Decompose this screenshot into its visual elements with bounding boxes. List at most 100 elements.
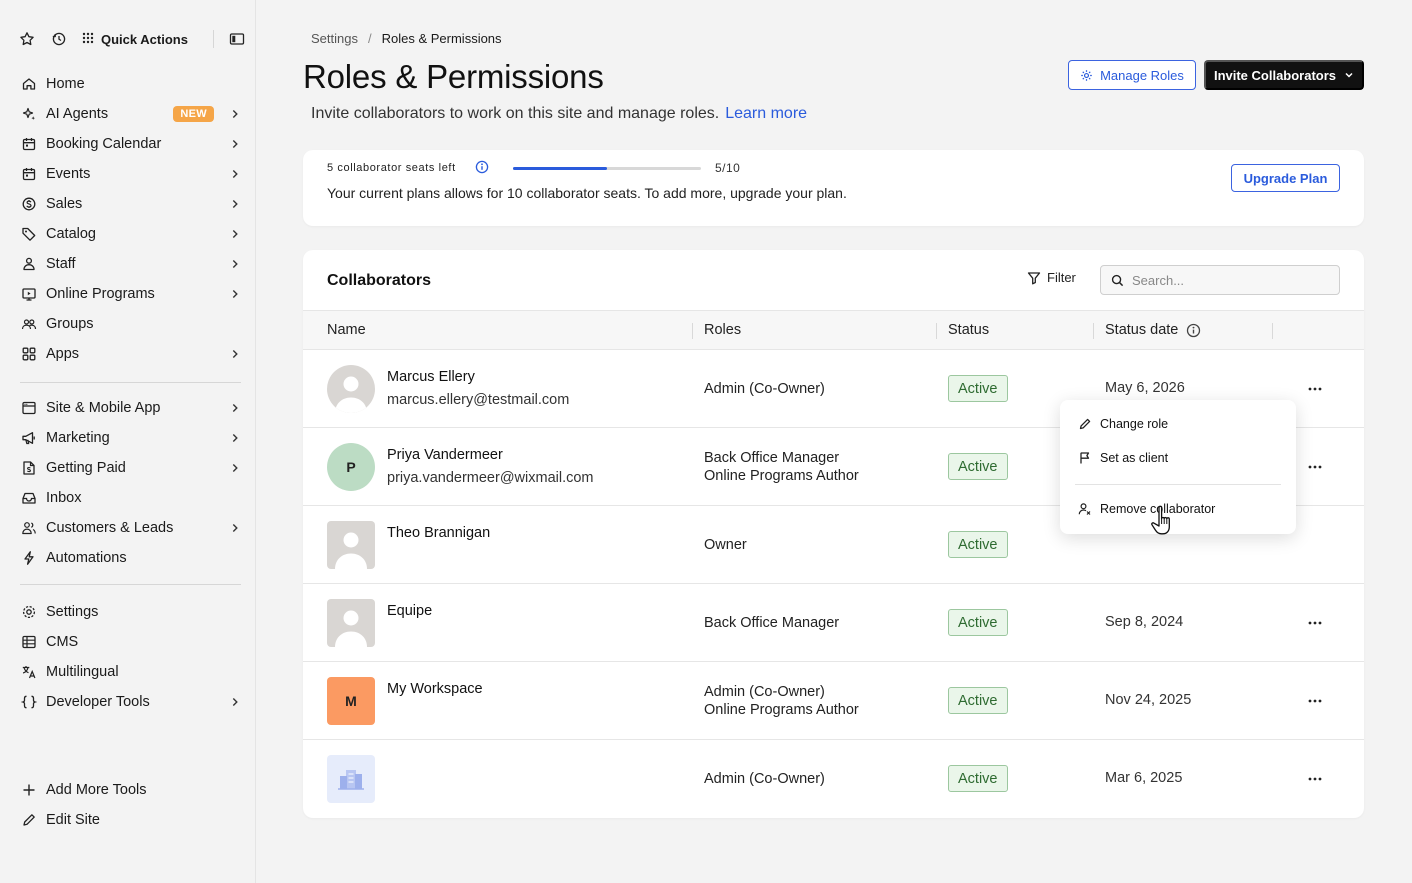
info-icon[interactable]	[475, 160, 489, 174]
sidebar-item-label: Customers & Leads	[46, 520, 174, 536]
table-row[interactable]: Admin (Co-Owner) Active Mar 6, 2025	[303, 740, 1364, 818]
manage-roles-button[interactable]: Manage Roles	[1068, 60, 1196, 90]
groups-icon	[20, 315, 38, 333]
more-actions-icon[interactable]	[1303, 380, 1327, 398]
set-as-client-label: Set as client	[1100, 451, 1169, 465]
chevron-right-icon[interactable]	[228, 197, 242, 211]
sidebar-item-label: Add More Tools	[46, 782, 147, 798]
sidebar-item-events[interactable]: Events	[20, 159, 242, 189]
more-actions-icon[interactable]	[1303, 692, 1327, 710]
chevron-right-icon[interactable]	[228, 347, 242, 361]
sidebar-item-add-more-tools[interactable]: Add More Tools	[20, 775, 242, 805]
sidebar-item-settings[interactable]: Settings	[20, 597, 242, 627]
chevron-right-icon[interactable]	[228, 461, 242, 475]
chevron-right-icon[interactable]	[228, 257, 242, 271]
info-icon[interactable]	[1186, 323, 1201, 338]
sidebar-item-apps[interactable]: Apps	[20, 339, 242, 369]
table-row[interactable]: M My Workspace Admin (Co-Owner) Online Prog…	[303, 662, 1364, 740]
pencil-icon	[20, 811, 38, 829]
set-as-client-menu-item[interactable]: Set as client	[1078, 451, 1168, 465]
sidebar-item-catalog[interactable]: Catalog	[20, 219, 242, 249]
site-icon	[20, 399, 38, 417]
column-header-status-date[interactable]: Status date	[1105, 322, 1201, 338]
chevron-right-icon[interactable]	[228, 695, 242, 709]
sidebar-item-multilingual[interactable]: Multilingual	[20, 657, 242, 687]
breadcrumb-current: Roles & Permissions	[381, 31, 502, 46]
sidebar-item-getting-paid[interactable]: Getting Paid	[20, 453, 242, 483]
sidebar-item-inbox[interactable]: Inbox	[20, 483, 242, 513]
more-actions-icon[interactable]	[1303, 614, 1327, 632]
breadcrumb-settings-link[interactable]: Settings	[311, 31, 358, 46]
learn-more-link[interactable]: Learn more	[725, 105, 807, 122]
status-badge: Active	[948, 453, 1008, 480]
table-row[interactable]: Equipe Back Office Manager Active Sep 8, 20…	[303, 584, 1364, 662]
quick-actions-button[interactable]: Quick Actions	[82, 32, 188, 47]
remove-collaborator-menu-item[interactable]: Remove collaborator	[1078, 502, 1215, 516]
collaborator-email: priya.vandermeer@wixmail.com	[387, 470, 594, 486]
plus-icon	[20, 781, 38, 799]
sidebar-item-label: Online Programs	[46, 286, 155, 302]
status-badge: Active	[948, 765, 1008, 792]
avatar-placeholder-icon	[327, 521, 375, 569]
sidebar-item-site-and-mobile-app[interactable]: Site & Mobile App	[20, 393, 242, 423]
star-icon[interactable]	[18, 30, 36, 48]
sidebar-item-developer-tools[interactable]: Developer Tools	[20, 687, 242, 717]
more-actions-icon[interactable]	[1303, 458, 1327, 476]
sidebar-item-label: AI Agents	[46, 106, 109, 122]
invite-collaborators-button[interactable]: Invite Collaborators	[1204, 60, 1364, 90]
chevron-right-icon[interactable]	[228, 431, 242, 445]
chevron-right-icon[interactable]	[228, 107, 242, 121]
collaborator-name: Equipe	[387, 603, 433, 619]
search-input[interactable]	[1132, 272, 1322, 288]
column-resizer[interactable]	[1093, 323, 1094, 339]
sidebar-item-label: Multilingual	[46, 664, 119, 680]
history-icon[interactable]	[50, 30, 68, 48]
change-role-menu-item[interactable]: Change role	[1078, 417, 1168, 431]
sidebar-item-automations[interactable]: Automations	[20, 543, 242, 573]
chevron-right-icon[interactable]	[228, 167, 242, 181]
chevron-right-icon[interactable]	[228, 287, 242, 301]
sidebar-item-marketing[interactable]: Marketing	[20, 423, 242, 453]
upgrade-plan-button[interactable]: Upgrade Plan	[1231, 164, 1340, 192]
sidebar-item-label: Developer Tools	[46, 694, 150, 710]
invite-collaborators-label: Invite Collaborators	[1213, 67, 1337, 83]
table-header: Name Roles Status Status date	[303, 310, 1364, 350]
column-header-name[interactable]: Name	[327, 322, 366, 338]
sidebar-item-label: Inbox	[46, 490, 82, 506]
sidebar-topbar: Quick Actions	[18, 28, 246, 50]
breadcrumb: Settings / Roles & Permissions	[311, 31, 502, 46]
sidebar-item-home[interactable]: Home	[20, 69, 242, 99]
sidebar-item-customers-and-leads[interactable]: Customers & Leads	[20, 513, 242, 543]
column-header-roles[interactable]: Roles	[704, 322, 741, 338]
row-actions-menu: Change role Set as client Remove collabo…	[1060, 400, 1296, 534]
sidebar-item-staff[interactable]: Staff	[20, 249, 242, 279]
sidebar-item-edit-site[interactable]: Edit Site	[20, 805, 242, 835]
column-resizer[interactable]	[1272, 323, 1273, 339]
sidebar-item-label: Edit Site	[46, 812, 100, 828]
column-resizer[interactable]	[692, 323, 693, 339]
chevron-right-icon[interactable]	[228, 137, 242, 151]
sidebar-item-label: Groups	[46, 316, 94, 332]
sidebar-item-sales[interactable]: Sales	[20, 189, 242, 219]
seats-count: 5/10	[715, 161, 741, 175]
sidebar-toggle-icon[interactable]	[228, 30, 246, 48]
column-resizer[interactable]	[936, 323, 937, 339]
filter-button[interactable]: Filter	[1027, 270, 1076, 285]
more-actions-icon[interactable]	[1303, 770, 1327, 788]
sidebar-item-ai-agents[interactable]: AI Agents NEW	[20, 99, 242, 129]
column-header-status[interactable]: Status	[948, 322, 989, 338]
calendar-icon	[20, 135, 38, 153]
sidebar-item-booking-calendar[interactable]: Booking Calendar	[20, 129, 242, 159]
chevron-right-icon[interactable]	[228, 227, 242, 241]
sidebar-divider	[20, 382, 241, 383]
chevron-right-icon[interactable]	[228, 521, 242, 535]
chevron-down-icon	[1344, 70, 1354, 80]
status-badge: Active	[948, 375, 1008, 402]
seats-card: 5 collaborator seats left 5/10 Your curr…	[303, 150, 1364, 226]
chevron-right-icon[interactable]	[228, 401, 242, 415]
sidebar-item-groups[interactable]: Groups	[20, 309, 242, 339]
seats-progress-fill	[513, 167, 607, 170]
sidebar-item-cms[interactable]: CMS	[20, 627, 242, 657]
sidebar-item-label: Site & Mobile App	[46, 400, 161, 416]
sidebar-item-online-programs[interactable]: Online Programs	[20, 279, 242, 309]
